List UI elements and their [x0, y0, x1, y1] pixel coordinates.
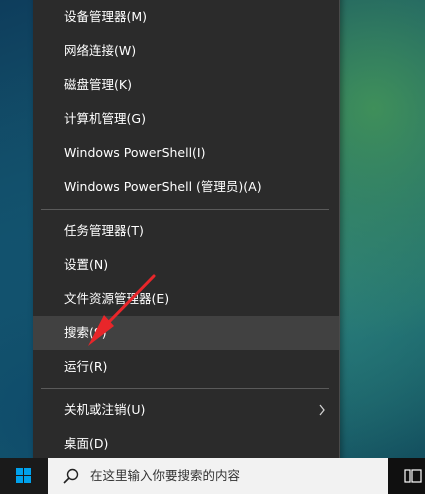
- menu-item-powershell-admin[interactable]: Windows PowerShell (管理员)(A): [33, 170, 339, 204]
- windows-logo-icon: [16, 468, 31, 483]
- menu-item-label: Windows PowerShell (管理员)(A): [64, 179, 262, 194]
- menu-item-label: 文件资源管理器(E): [64, 291, 170, 306]
- task-view-icon[interactable]: [404, 468, 422, 484]
- menu-item-task-manager[interactable]: 任务管理器(T): [33, 214, 339, 248]
- menu-item-label: 计算机管理(G): [64, 111, 146, 126]
- menu-item-shutdown-signout[interactable]: 关机或注销(U): [33, 393, 339, 427]
- menu-item-settings[interactable]: 设置(N): [33, 248, 339, 282]
- menu-item-label: 搜索(S): [64, 325, 107, 340]
- menu-item-label: 磁盘管理(K): [64, 77, 132, 92]
- menu-item-desktop[interactable]: 桌面(D): [33, 427, 339, 461]
- menu-separator: [41, 209, 329, 210]
- menu-item-label: 运行(R): [64, 359, 108, 374]
- menu-item-label: Windows PowerShell(I): [64, 145, 206, 160]
- menu-item-label: 桌面(D): [64, 436, 109, 451]
- menu-item-network-connections[interactable]: 网络连接(W): [33, 34, 339, 68]
- menu-item-label: 设备管理器(M): [64, 9, 148, 24]
- start-button[interactable]: [0, 458, 48, 494]
- taskbar-search-box[interactable]: 在这里输入你要搜索的内容: [48, 458, 388, 494]
- menu-item-label: 任务管理器(T): [64, 223, 144, 238]
- menu-item-computer-management[interactable]: 计算机管理(G): [33, 102, 339, 136]
- search-placeholder: 在这里输入你要搜索的内容: [90, 468, 241, 483]
- menu-item-run[interactable]: 运行(R): [33, 350, 339, 384]
- menu-item-disk-management[interactable]: 磁盘管理(K): [33, 68, 339, 102]
- menu-item-label: 设置(N): [64, 257, 109, 272]
- menu-item-file-explorer[interactable]: 文件资源管理器(E): [33, 282, 339, 316]
- menu-item-powershell[interactable]: Windows PowerShell(I): [33, 136, 339, 170]
- menu-separator: [41, 388, 329, 389]
- search-icon: [63, 468, 79, 484]
- menu-item-device-manager[interactable]: 设备管理器(M): [33, 0, 339, 34]
- taskbar: 在这里输入你要搜索的内容: [0, 458, 425, 494]
- quick-link-menu: 设备管理器(M) 网络连接(W) 磁盘管理(K) 计算机管理(G) Window…: [33, 0, 340, 462]
- menu-item-search[interactable]: 搜索(S): [33, 316, 339, 350]
- menu-item-label: 关机或注销(U): [64, 402, 146, 417]
- menu-item-label: 网络连接(W): [64, 43, 137, 58]
- chevron-right-icon: [319, 404, 325, 416]
